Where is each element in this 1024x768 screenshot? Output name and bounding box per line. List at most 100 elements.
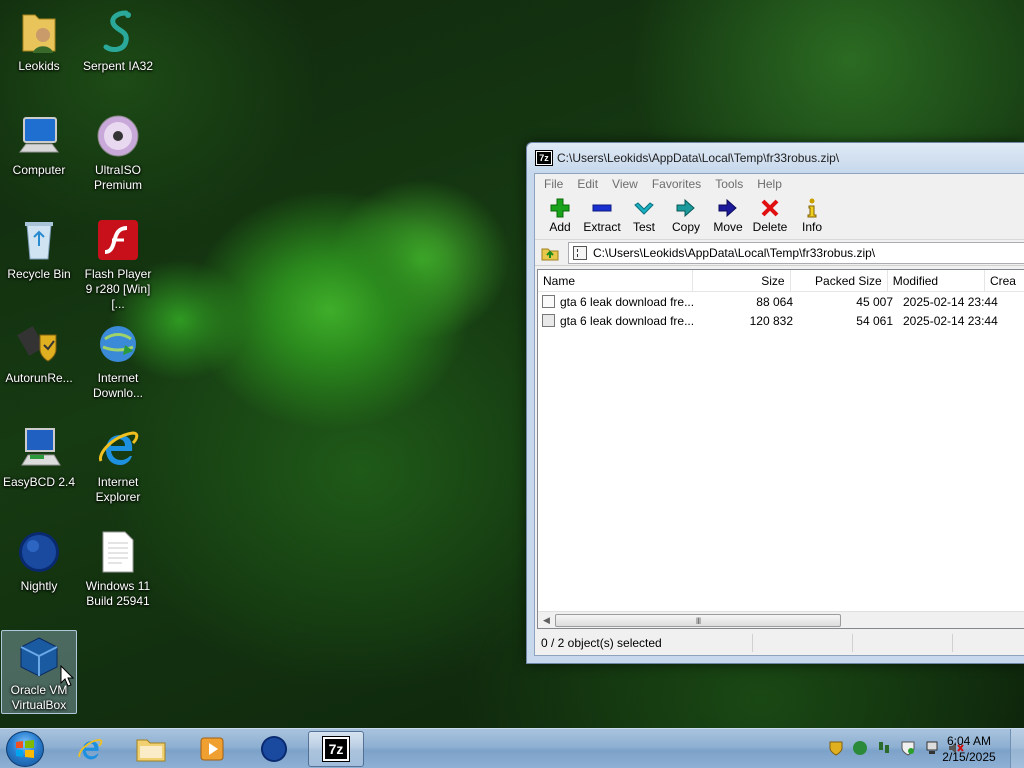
virtualbox-icon	[15, 633, 63, 680]
file-size: 120 832	[749, 313, 793, 328]
computer-icon	[15, 112, 63, 160]
7zip-app-icon: 7z	[535, 150, 553, 166]
ie-icon	[94, 424, 142, 472]
taskbar-nightly[interactable]	[246, 731, 302, 767]
horizontal-scrollbar[interactable]: ◀ III	[538, 611, 1024, 628]
nightly-globe-icon	[260, 735, 288, 763]
column-header-size[interactable]: Size	[693, 270, 791, 291]
menu-tools[interactable]: Tools	[708, 177, 750, 191]
add-button[interactable]: Add	[539, 196, 581, 234]
status-segment	[853, 634, 953, 652]
menu-view[interactable]: View	[605, 177, 645, 191]
nightly-globe-icon	[15, 528, 63, 576]
desktop-icon-easybcd[interactable]: EasyBCD 2.4	[1, 424, 77, 490]
desktop-icon-label: Internet Explorer	[95, 475, 141, 504]
menu-bar: File Edit View Favorites Tools Help	[535, 174, 1024, 194]
desktop-icon-label: Internet Downlo...	[92, 371, 144, 400]
clock-time: 6:04 AM	[946, 734, 992, 748]
address-input[interactable]: C:\Users\Leokids\AppData\Local\Temp\fr33…	[568, 241, 1024, 264]
move-button[interactable]: Move	[707, 196, 749, 234]
desktop-icon-recycle-bin[interactable]: Recycle Bin	[1, 216, 77, 282]
file-list: Name Size Packed Size Modified Crea gta …	[537, 269, 1024, 629]
column-header-modified[interactable]: Modified	[888, 270, 985, 291]
menu-favorites[interactable]: Favorites	[645, 177, 708, 191]
menu-help[interactable]: Help	[750, 177, 789, 191]
column-header-packed-size[interactable]: Packed Size	[791, 270, 888, 291]
desktop-icon-leokids[interactable]: Leokids	[1, 8, 77, 74]
folder-up-button[interactable]	[538, 242, 562, 264]
show-desktop-button[interactable]	[1010, 729, 1024, 768]
table-row[interactable]: gta 6 leak download fre... 120 832 54 06…	[538, 311, 1024, 330]
scrollbar-thumb[interactable]: III	[555, 614, 841, 627]
x-icon	[759, 196, 781, 220]
download-tray-icon[interactable]	[875, 739, 892, 756]
table-row[interactable]: gta 6 leak download fre... 88 064 45 007…	[538, 292, 1024, 311]
clock-date: 2/15/2025	[942, 750, 996, 764]
easybcd-icon	[15, 424, 63, 472]
ie-icon	[78, 738, 103, 760]
7zip-window: 7z C:\Users\Leokids\AppData\Local\Temp\f…	[526, 142, 1024, 664]
security-tray-icon[interactable]	[899, 739, 916, 756]
desktop-icon-windows11-build[interactable]: Windows 11 Build 25941	[80, 528, 156, 609]
info-button[interactable]: Info	[791, 196, 833, 234]
shield-tray-icon[interactable]	[827, 739, 844, 756]
toolbar: Add Extract Test Copy Move Delete Info	[535, 194, 1024, 240]
extract-button[interactable]: Extract	[581, 196, 623, 234]
start-button[interactable]	[6, 731, 44, 767]
menu-edit[interactable]: Edit	[570, 177, 605, 191]
desktop-icon-label: Leokids	[18, 59, 60, 73]
disc-icon	[94, 112, 142, 160]
menu-file[interactable]: File	[537, 177, 570, 191]
usb-shield-icon	[15, 320, 63, 368]
file-size: 88 064	[756, 294, 793, 309]
desktop-icon-computer[interactable]: Computer	[1, 112, 77, 178]
minus-icon	[591, 196, 613, 220]
clock[interactable]: 6:04 AM 2/15/2025	[938, 733, 1000, 765]
file-name: gta 6 leak download fre...	[560, 294, 695, 309]
desktop-icon-idm[interactable]: Internet Downlo...	[80, 320, 156, 401]
desktop-icon-label: AutorunRe...	[5, 371, 73, 385]
delete-button[interactable]: Delete	[749, 196, 791, 234]
serpent-icon	[94, 8, 142, 56]
window-title-bar[interactable]: 7z C:\Users\Leokids\AppData\Local\Temp\f…	[527, 143, 1024, 173]
desktop-icon-internet-explorer[interactable]: Internet Explorer	[80, 424, 156, 505]
taskbar-internet-explorer[interactable]	[62, 731, 118, 767]
test-button[interactable]: Test	[623, 196, 665, 234]
desktop-icon-nightly[interactable]: Nightly	[1, 528, 77, 594]
folder-up-icon	[541, 248, 559, 260]
user-folder-icon	[15, 8, 63, 56]
recycle-bin-icon	[15, 216, 63, 264]
desktop-icon-label: Computer	[12, 163, 66, 177]
column-header-created[interactable]: Crea	[985, 270, 1024, 291]
column-headers: Name Size Packed Size Modified Crea	[538, 270, 1024, 292]
zip-archive-icon	[573, 245, 587, 260]
plus-icon	[549, 196, 571, 220]
desktop-icon-serpent[interactable]: Serpent IA32	[80, 8, 156, 74]
info-icon	[801, 196, 823, 220]
text-file-icon	[94, 528, 142, 576]
desktop-icon-ultraiso[interactable]: UltraISO Premium	[80, 112, 156, 193]
status-bar: 0 / 2 object(s) selected	[535, 631, 1024, 655]
column-header-name[interactable]: Name	[538, 270, 694, 291]
file-packed-size: 45 007	[856, 294, 893, 309]
flash-icon	[94, 216, 142, 264]
taskbar-file-explorer[interactable]	[123, 731, 179, 767]
scroll-left-icon[interactable]: ◀	[538, 615, 555, 626]
taskbar-7zip[interactable]: 7z	[308, 731, 364, 767]
idm-globe-icon	[94, 320, 142, 368]
globe-tray-icon[interactable]	[851, 739, 868, 756]
desktop-icon-flash-player[interactable]: Flash Player 9 r280 [Win] [...	[80, 216, 156, 312]
desktop-icon-label: Flash Player 9 r280 [Win] [...	[84, 267, 152, 311]
extract-label: Extract	[583, 220, 621, 234]
taskbar-media-player[interactable]	[184, 731, 240, 767]
check-icon	[633, 196, 655, 220]
file-packed-size: 54 061	[856, 313, 893, 328]
mouse-cursor-icon	[60, 664, 75, 690]
media-player-icon	[200, 737, 224, 761]
add-label: Add	[549, 220, 571, 234]
copy-button[interactable]: Copy	[665, 196, 707, 234]
desktop-icon-autorun[interactable]: AutorunRe...	[1, 320, 77, 386]
windows-logo-icon	[16, 740, 34, 758]
address-path: C:\Users\Leokids\AppData\Local\Temp\fr33…	[593, 245, 876, 260]
move-label: Move	[713, 220, 743, 234]
